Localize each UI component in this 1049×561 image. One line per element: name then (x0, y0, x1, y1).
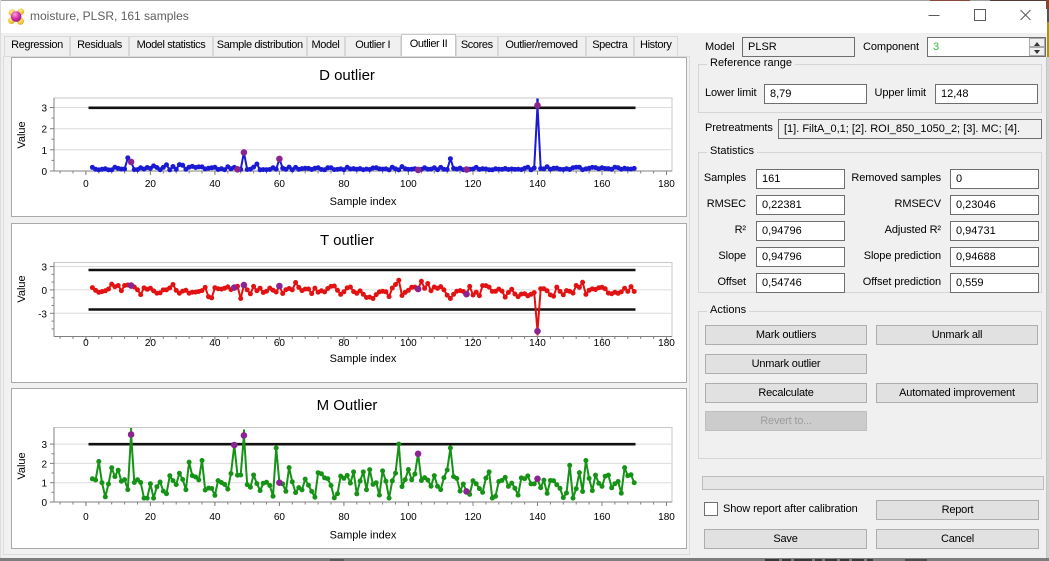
svg-text:100: 100 (400, 512, 417, 523)
svg-text:Sample index: Sample index (330, 353, 397, 365)
svg-text:Sample index: Sample index (330, 530, 397, 542)
svg-text:60: 60 (274, 512, 286, 523)
svg-text:20: 20 (145, 512, 157, 523)
svg-text:160: 160 (594, 338, 611, 349)
svg-text:40: 40 (209, 512, 221, 523)
svg-text:1: 1 (41, 479, 47, 490)
svg-text:0: 0 (41, 167, 47, 178)
svg-text:2: 2 (41, 125, 47, 136)
svg-text:Value: Value (16, 452, 28, 479)
svg-text:140: 140 (529, 512, 546, 523)
svg-text:Value: Value (16, 275, 28, 302)
svg-text:0: 0 (83, 512, 89, 523)
svg-text:80: 80 (338, 179, 350, 190)
svg-text:180: 180 (658, 338, 675, 349)
svg-text:140: 140 (529, 179, 546, 190)
svg-text:0: 0 (83, 179, 89, 190)
svg-text:140: 140 (529, 338, 546, 349)
svg-text:3: 3 (41, 263, 47, 274)
svg-text:180: 180 (658, 512, 675, 523)
svg-text:Value: Value (16, 121, 28, 148)
svg-text:80: 80 (338, 338, 350, 349)
svg-text:3: 3 (41, 440, 47, 451)
svg-text:0: 0 (41, 498, 47, 509)
svg-text:T outlier: T outlier (320, 232, 374, 249)
svg-text:100: 100 (400, 338, 417, 349)
svg-text:120: 120 (465, 179, 482, 190)
svg-text:120: 120 (465, 512, 482, 523)
svg-text:60: 60 (274, 338, 286, 349)
svg-text:160: 160 (594, 512, 611, 523)
svg-text:Sample index: Sample index (330, 196, 397, 208)
svg-text:60: 60 (274, 179, 286, 190)
svg-text:1: 1 (41, 146, 47, 157)
svg-text:-3: -3 (38, 309, 47, 320)
svg-text:120: 120 (465, 338, 482, 349)
svg-text:80: 80 (338, 512, 350, 523)
svg-text:3: 3 (41, 104, 47, 115)
svg-text:40: 40 (209, 179, 221, 190)
svg-text:M Outlier: M Outlier (317, 397, 378, 414)
svg-text:100: 100 (400, 179, 417, 190)
svg-text:D outlier: D outlier (319, 67, 375, 84)
svg-text:0: 0 (83, 338, 89, 349)
svg-text:2: 2 (41, 459, 47, 470)
svg-text:0: 0 (41, 286, 47, 297)
svg-text:20: 20 (145, 338, 157, 349)
svg-text:20: 20 (145, 179, 157, 190)
svg-text:40: 40 (209, 338, 221, 349)
